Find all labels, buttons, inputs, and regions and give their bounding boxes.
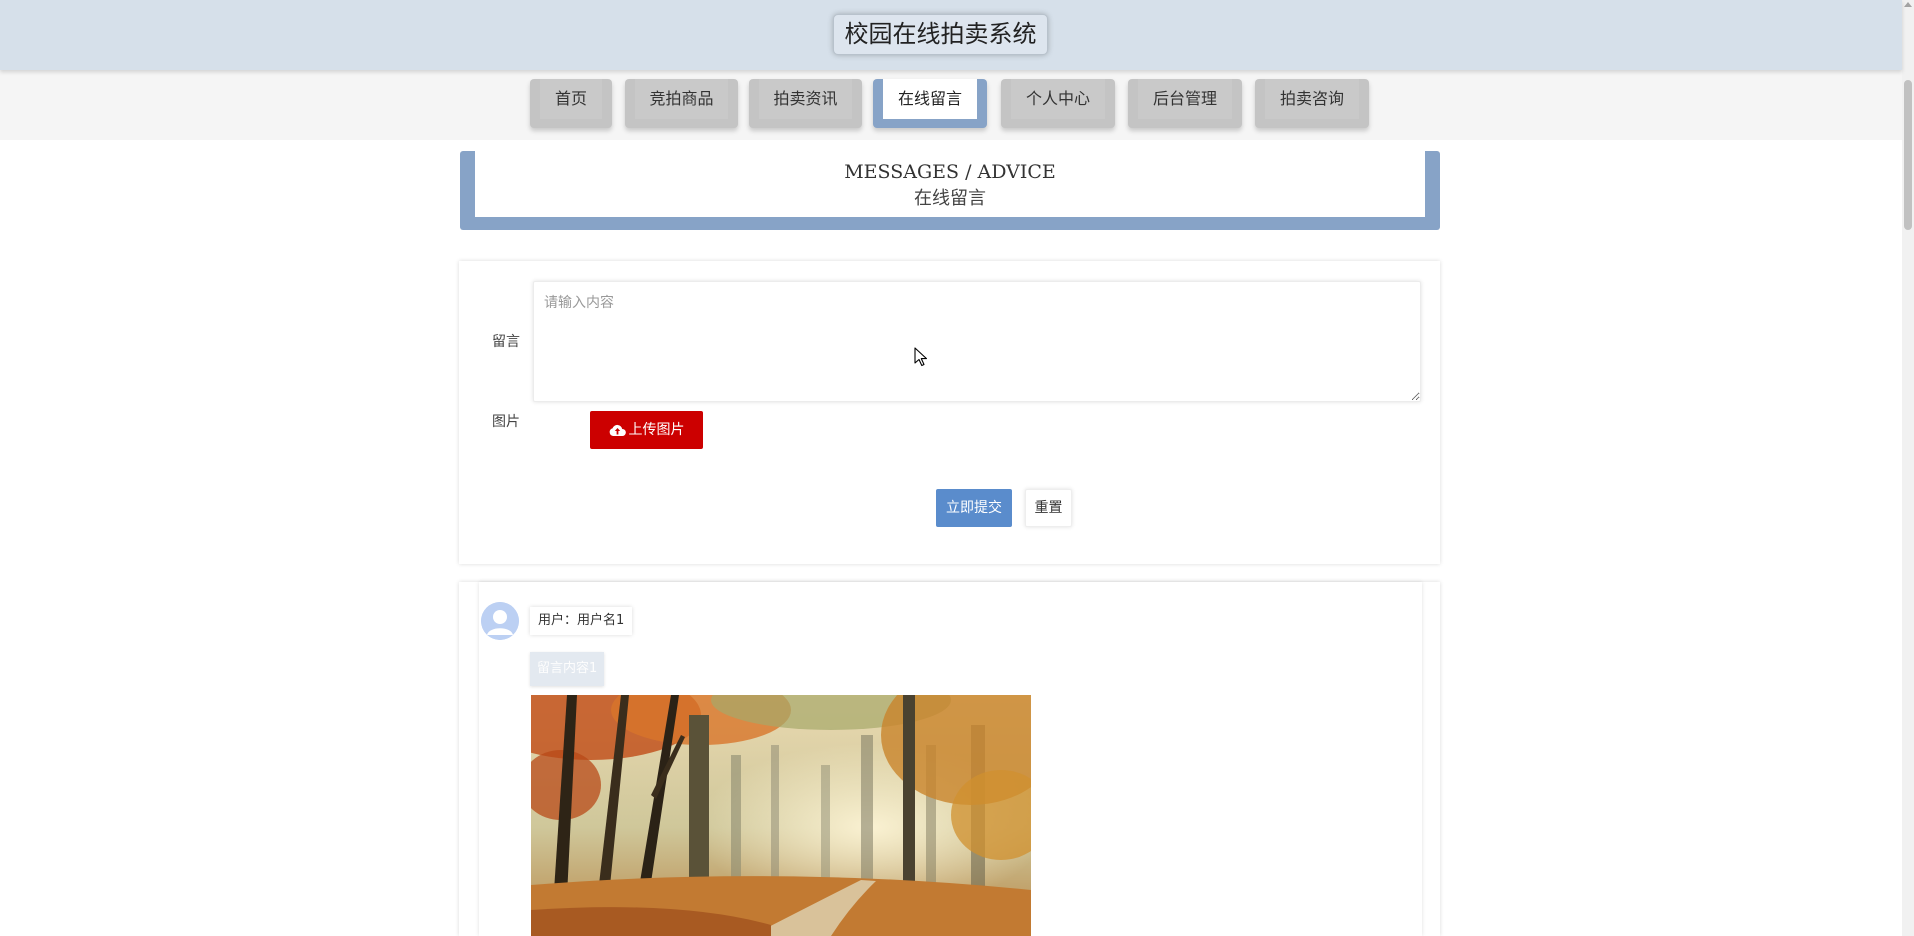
- nav-item-label: 首页: [540, 79, 602, 119]
- mouse-cursor-icon: [914, 347, 928, 367]
- site-title: 校园在线拍卖系统: [833, 14, 1048, 55]
- top-header: 校园在线拍卖系统: [0, 0, 1902, 70]
- message-form: 留言 图片 上传图片 立即提交 重置: [459, 261, 1440, 564]
- image-label: 图片: [492, 414, 520, 430]
- user-avatar-icon: [481, 602, 519, 640]
- nav-item-label: 拍卖资讯: [759, 79, 852, 119]
- nav-item-admin[interactable]: 后台管理: [1128, 79, 1242, 128]
- avatar: [481, 602, 519, 640]
- nav-item-label: 个人中心: [1011, 79, 1105, 119]
- message-textarea[interactable]: [533, 281, 1421, 402]
- upload-image-label: 上传图片: [628, 422, 685, 438]
- reset-button[interactable]: 重置: [1025, 489, 1072, 527]
- page-scrollbar[interactable]: [1902, 0, 1914, 936]
- nav-item-messages[interactable]: 在线留言: [873, 79, 987, 128]
- message-content: 留言内容1: [530, 652, 605, 686]
- upload-image-button[interactable]: 上传图片: [590, 411, 703, 449]
- nav-item-home[interactable]: 首页: [530, 79, 612, 128]
- message-user: 用户：用户名1: [530, 607, 633, 635]
- nav-item-auction-news[interactable]: 拍卖资讯: [749, 79, 862, 128]
- message-label: 留言: [492, 334, 520, 350]
- nav-item-personal-center[interactable]: 个人中心: [1001, 79, 1115, 128]
- autumn-forest-photo: [531, 695, 1031, 936]
- message-image: [531, 695, 1031, 936]
- nav-item-label: 拍卖咨询: [1265, 79, 1359, 119]
- submit-button[interactable]: 立即提交: [936, 489, 1012, 527]
- section-title-en: MESSAGES / ADVICE: [844, 161, 1056, 183]
- cloud-upload-icon: [609, 424, 626, 436]
- nav-item-label: 后台管理: [1138, 79, 1232, 119]
- main-nav: 首页 竞拍商品 拍卖资讯 在线留言 个人中心 后台管理 拍卖咨询: [0, 70, 1902, 140]
- nav-item-auction-consult[interactable]: 拍卖咨询: [1255, 79, 1369, 128]
- nav-item-label: 在线留言: [883, 79, 977, 119]
- section-heading-inner: MESSAGES / ADVICE 在线留言: [475, 151, 1425, 217]
- message-list: 用户：用户名1 留言内容1: [459, 582, 1440, 936]
- scroll-up-arrow-icon[interactable]: [1904, 2, 1912, 7]
- section-heading: MESSAGES / ADVICE 在线留言: [460, 151, 1440, 230]
- message-item: 用户：用户名1 留言内容1: [479, 582, 1422, 936]
- nav-item-label: 竞拍商品: [635, 79, 728, 119]
- nav-item-auction-goods[interactable]: 竞拍商品: [625, 79, 738, 128]
- section-title-zh: 在线留言: [914, 188, 986, 209]
- scrollbar-thumb[interactable]: [1904, 80, 1912, 230]
